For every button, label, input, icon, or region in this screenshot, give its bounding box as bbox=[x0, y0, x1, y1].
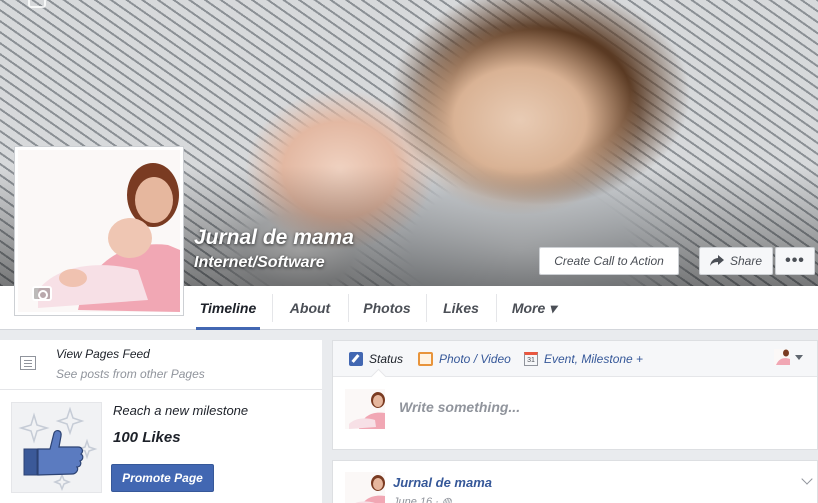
tab-timeline[interactable]: Timeline bbox=[196, 286, 260, 330]
share-label: Share bbox=[729, 254, 763, 268]
page-category[interactable]: Internet/Software bbox=[194, 254, 325, 272]
share-arrow-icon bbox=[709, 255, 724, 266]
page-avatar-selector[interactable] bbox=[774, 349, 790, 365]
profile-image bbox=[18, 150, 180, 312]
tab-divider bbox=[496, 294, 497, 322]
promote-page-button[interactable]: Promote Page bbox=[111, 464, 214, 492]
milestone-title: Reach a new milestone bbox=[113, 403, 249, 418]
pages-feed-subtitle: See posts from other Pages bbox=[56, 367, 205, 381]
timeline-post: Jurnal de mama June 16 · ◍ bbox=[332, 460, 818, 503]
calendar-icon: 31 bbox=[524, 352, 538, 366]
create-call-to-action-button[interactable]: Create Call to Action bbox=[539, 247, 679, 275]
composer-tab-event-milestone[interactable]: 31 Event, Milestone + bbox=[524, 341, 643, 377]
tab-divider bbox=[426, 294, 427, 322]
pencil-icon bbox=[349, 352, 363, 366]
share-button[interactable]: Share bbox=[699, 247, 773, 275]
milestone-card: Reach a new milestone 100 Likes Promote … bbox=[0, 390, 322, 503]
avatar bbox=[345, 389, 385, 429]
tab-divider bbox=[272, 294, 273, 322]
more-options-button[interactable]: ••• bbox=[775, 247, 815, 275]
post-composer: Status Photo / Video 31 Event, Milestone… bbox=[332, 340, 818, 450]
profile-picture[interactable] bbox=[14, 146, 184, 316]
composer-tabs: Status Photo / Video 31 Event, Milestone… bbox=[333, 341, 817, 377]
tab-more[interactable]: More ▾ bbox=[506, 286, 562, 330]
tab-about[interactable]: About bbox=[282, 286, 338, 330]
chevron-down-icon[interactable] bbox=[795, 355, 803, 360]
post-author[interactable]: Jurnal de mama bbox=[393, 475, 492, 490]
tab-photos[interactable]: Photos bbox=[358, 286, 416, 330]
tab-likes[interactable]: Likes bbox=[436, 286, 486, 330]
camera-icon[interactable] bbox=[28, 0, 46, 8]
pages-feed-title[interactable]: View Pages Feed bbox=[56, 347, 150, 361]
composer-tab-photo-video[interactable]: Photo / Video bbox=[418, 341, 511, 377]
view-pages-feed[interactable]: View Pages Feed See posts from other Pag… bbox=[0, 340, 322, 390]
photo-icon bbox=[418, 352, 433, 366]
composer-tab-label: Event, Milestone + bbox=[544, 352, 644, 366]
write-something-input[interactable]: Write something... bbox=[399, 399, 520, 415]
camera-icon[interactable] bbox=[32, 286, 52, 301]
composer-tab-label: Status bbox=[369, 352, 404, 366]
pages-feed-icon bbox=[20, 356, 36, 370]
composer-tab-label: Photo / Video bbox=[439, 352, 511, 366]
thumbs-up-icon bbox=[11, 402, 102, 493]
page-title[interactable]: Jurnal de mama bbox=[194, 226, 354, 250]
milestone-likes-count: 100 Likes bbox=[113, 429, 181, 446]
chevron-down-icon[interactable] bbox=[801, 473, 813, 485]
tab-divider bbox=[348, 294, 349, 322]
avatar[interactable] bbox=[345, 472, 385, 503]
post-date[interactable]: June 16 · ◍ bbox=[393, 495, 452, 503]
